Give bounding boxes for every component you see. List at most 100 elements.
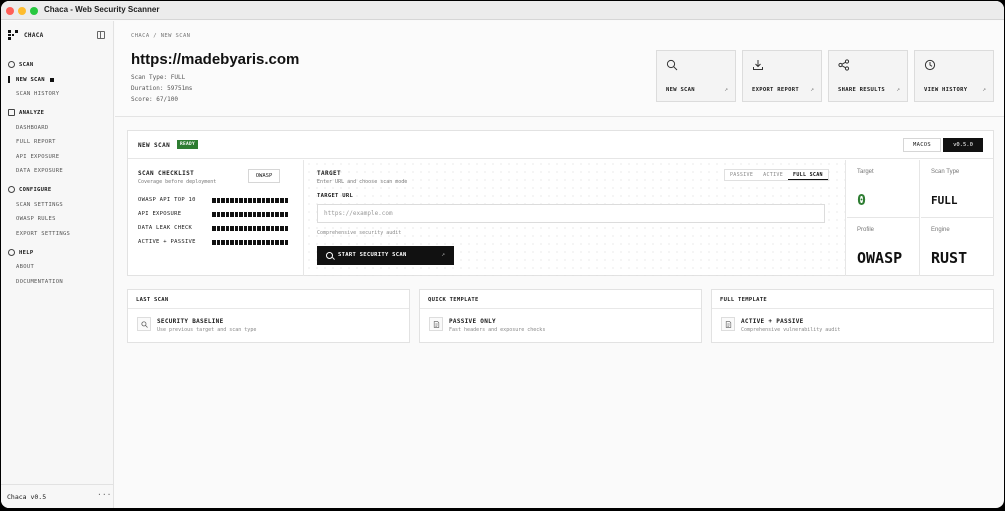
template-title: PASSIVE ONLY: [449, 318, 496, 325]
progress-segment: [234, 226, 239, 231]
mode-active[interactable]: ACTIVE: [758, 170, 788, 180]
stat-value: RUST: [931, 249, 968, 267]
sidebar-item-scan-history[interactable]: SCAN HISTORY: [16, 91, 59, 97]
sidebar: CHACA SCAN NEW SCAN SCAN HISTORY ANALYZE…: [1, 21, 114, 508]
progress-segment: [284, 212, 289, 217]
download-icon: [753, 60, 763, 70]
share-results-button[interactable]: SHARE RESULTS ↗: [828, 50, 908, 102]
progress-segment: [239, 198, 243, 203]
checklist-label: ACTIVE + PASSIVE: [138, 239, 196, 245]
share-icon: [838, 59, 850, 71]
sidebar-item-scan-settings[interactable]: SCAN SETTINGS: [16, 202, 63, 208]
progress-segment: [243, 226, 248, 231]
progress-segment: [230, 240, 234, 245]
active-dot-icon: [49, 77, 54, 82]
progress-segment: [248, 240, 252, 245]
owasp-button[interactable]: OWASP: [248, 169, 280, 183]
progress-segment: [284, 226, 289, 231]
status-badge: READY: [177, 140, 199, 149]
search-icon: [141, 321, 148, 328]
page-header: CHACA / NEW SCAN https://madebyaris.com …: [115, 21, 1004, 117]
progress-segment: [230, 198, 234, 203]
action-label: EXPORT REPORT: [752, 87, 799, 93]
section-label: ANALYZE: [19, 109, 45, 116]
sidebar-item-about[interactable]: ABOUT: [16, 264, 34, 270]
template-header: LAST SCAN: [128, 290, 409, 309]
scan-stats: Target 0 Scan Type FULL Profile OWASP En…: [847, 160, 994, 276]
arrow-icon: ↗: [810, 86, 814, 93]
progress-segment: [216, 212, 221, 217]
progress-segment: [261, 240, 266, 245]
scan-checklist: SCAN CHECKLIST Coverage before deploymen…: [128, 160, 304, 276]
zoom-window-button[interactable]: [30, 7, 38, 15]
action-label: NEW SCAN: [666, 87, 695, 93]
progress-segment: [248, 212, 252, 217]
progress-segment: [284, 240, 289, 245]
template-card-quick[interactable]: QUICK TEMPLATE PASSIVE ONLY Fast headers…: [419, 289, 702, 343]
progress-bar: [212, 240, 289, 245]
progress-segment: [266, 212, 270, 217]
view-history-button[interactable]: VIEW HISTORY ↗: [914, 50, 994, 102]
sidebar-item-api-exposure[interactable]: API EXPOSURE: [16, 154, 59, 160]
sidebar-toggle-icon[interactable]: [97, 31, 105, 39]
progress-segment: [243, 240, 248, 245]
mode-full-scan[interactable]: FULL SCAN: [788, 170, 828, 180]
progress-segment: [234, 212, 239, 217]
sidebar-section-help: HELP: [8, 249, 33, 256]
progress-segment: [261, 198, 266, 203]
stat-engine: Engine RUST: [921, 218, 994, 276]
version-button[interactable]: v0.5.0: [943, 138, 983, 152]
sidebar-item-data-exposure[interactable]: DATA EXPOSURE: [16, 168, 63, 174]
title-bar: Chaca - Web Security Scanner: [1, 1, 1004, 20]
clock-icon: [924, 59, 936, 71]
progress-segment: [216, 226, 221, 231]
document-icon: [433, 321, 440, 328]
new-scan-button[interactable]: NEW SCAN ↗: [656, 50, 736, 102]
gear-icon: [8, 186, 15, 193]
close-window-button[interactable]: [6, 7, 14, 15]
template-card-full[interactable]: FULL TEMPLATE ACTIVE + PASSIVE Comprehen…: [711, 289, 994, 343]
progress-segment: [252, 198, 257, 203]
target-url-label: TARGET URL: [317, 193, 354, 199]
sidebar-item-owasp-rules[interactable]: OWASP RULES: [16, 216, 56, 222]
mode-passive[interactable]: PASSIVE: [725, 170, 758, 180]
checklist-label: DATA LEAK CHECK: [138, 225, 193, 231]
template-header: FULL TEMPLATE: [712, 290, 993, 309]
progress-segment: [266, 198, 270, 203]
template-card-last-scan[interactable]: LAST SCAN SECURITY BASELINE Use previous…: [127, 289, 410, 343]
more-options-icon[interactable]: ···: [97, 490, 111, 499]
start-scan-button[interactable]: START SECURITY SCAN ↗: [317, 246, 454, 265]
stat-value: FULL: [931, 194, 958, 207]
sidebar-item-documentation[interactable]: DOCUMENTATION: [16, 279, 63, 285]
target-url-input[interactable]: [317, 204, 825, 223]
sidebar-item-full-report[interactable]: FULL REPORT: [16, 139, 56, 145]
progress-segment: [266, 240, 270, 245]
stat-label: Scan Type: [931, 169, 960, 175]
section-label: SCAN: [19, 61, 34, 68]
page-title: https://madebyaris.com: [131, 51, 300, 68]
sidebar-item-dashboard[interactable]: DASHBOARD: [16, 125, 49, 131]
checklist-row: DATA LEAK CHECK: [138, 225, 294, 233]
section-label: HELP: [19, 249, 34, 256]
progress-segment: [239, 212, 243, 217]
sidebar-item-label: NEW SCAN: [16, 77, 45, 83]
stat-label: Engine: [931, 227, 950, 233]
os-button[interactable]: MACOS: [903, 138, 941, 152]
action-label: SHARE RESULTS: [838, 87, 885, 93]
sidebar-item-export-settings[interactable]: EXPORT SETTINGS: [16, 231, 70, 237]
progress-segment: [275, 212, 279, 217]
progress-segment: [270, 212, 275, 217]
checklist-subtitle: Coverage before deployment: [138, 179, 217, 185]
target-title: TARGET: [317, 170, 342, 177]
arrow-icon: ↗: [896, 86, 900, 93]
brand[interactable]: CHACA: [8, 30, 44, 40]
progress-segment: [284, 198, 289, 203]
progress-segment: [225, 226, 230, 231]
scan-type-meta: Scan Type: FULL: [131, 74, 186, 81]
sidebar-item-new-scan[interactable]: NEW SCAN: [16, 77, 54, 83]
progress-segment: [230, 212, 234, 217]
export-report-button[interactable]: EXPORT REPORT ↗: [742, 50, 822, 102]
progress-segment: [225, 198, 230, 203]
duration-meta: Duration: 59751ms: [131, 85, 193, 92]
minimize-window-button[interactable]: [18, 7, 26, 15]
